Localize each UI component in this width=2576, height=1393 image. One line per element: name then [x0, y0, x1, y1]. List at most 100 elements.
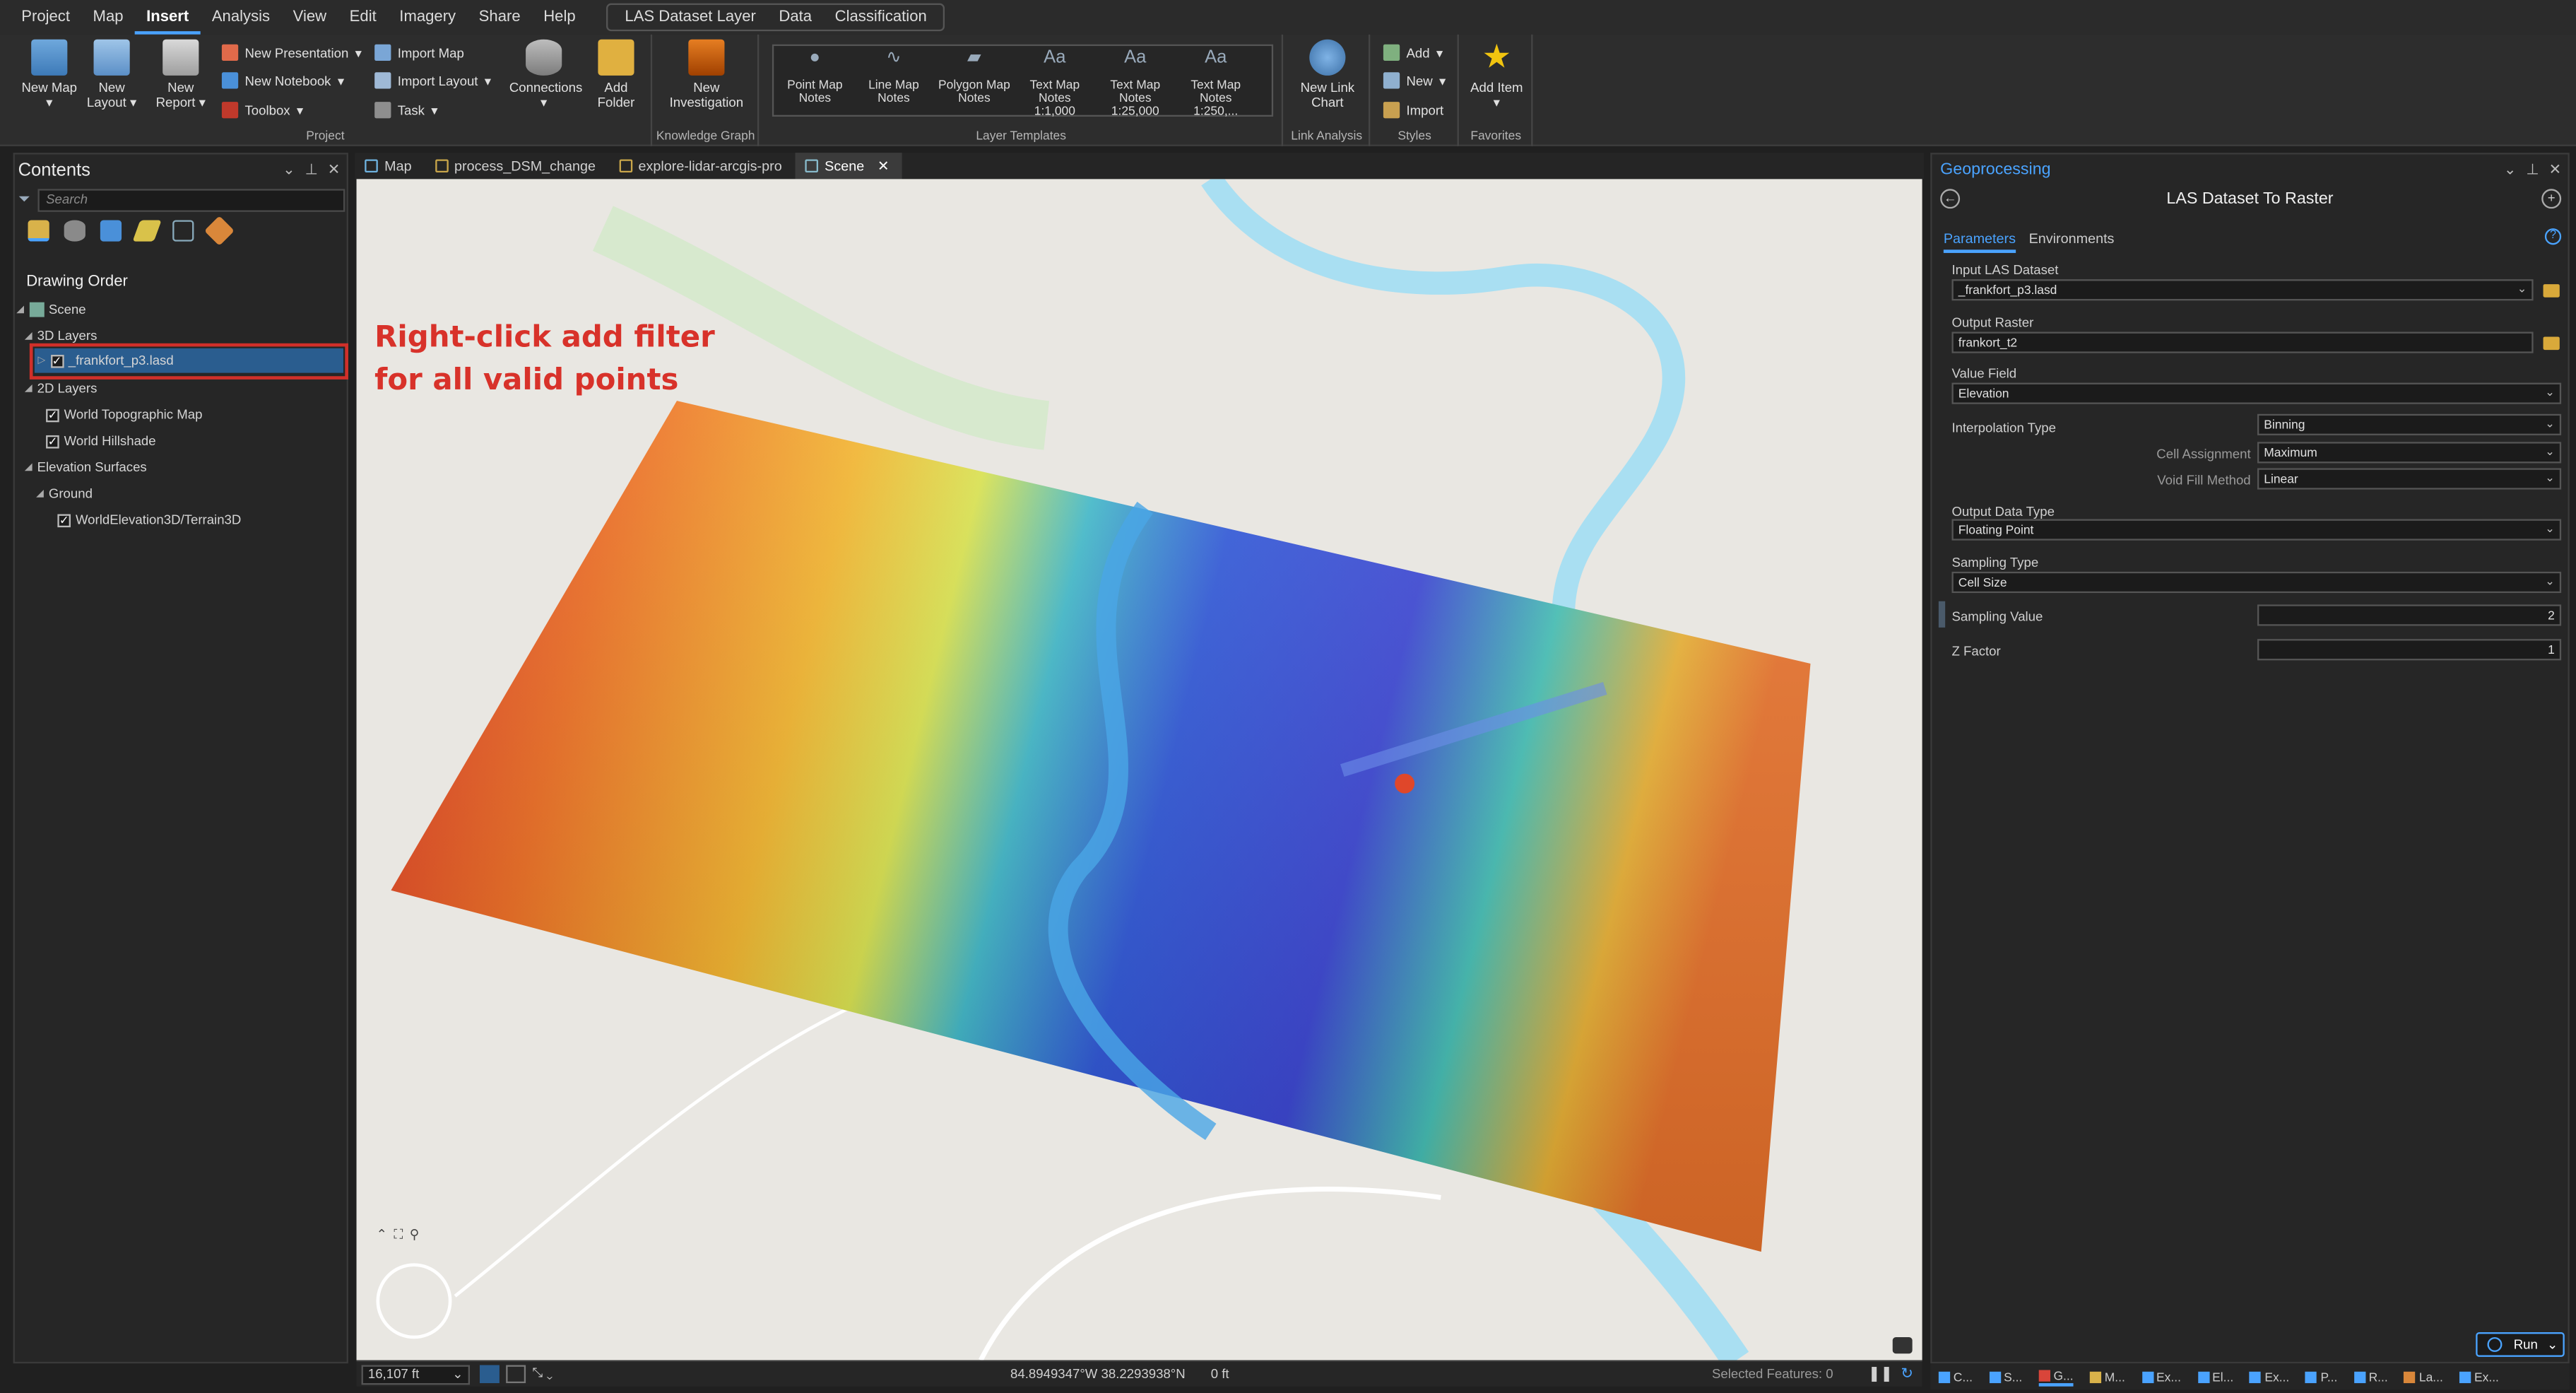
bottom-tab-catalog[interactable]: C...: [1938, 1369, 1973, 1384]
menu-view[interactable]: View: [281, 0, 338, 35]
connections-button[interactable]: Connections ▾: [509, 39, 582, 110]
bottom-tab-ex1[interactable]: Ex...: [2141, 1369, 2181, 1384]
styles-import-button[interactable]: Import: [1383, 102, 1443, 119]
collapse-icon[interactable]: ◢: [16, 304, 24, 315]
layer-visibility-checkbox[interactable]: ✓: [46, 434, 59, 448]
data-source-icon[interactable]: [64, 220, 85, 242]
template-text-notes-25000[interactable]: Aa Text Map Notes 1:25,000: [1097, 49, 1173, 118]
import-map-button[interactable]: Import Map: [374, 44, 464, 61]
tab-explore-lidar[interactable]: explore-lidar-arcgis-pro: [609, 153, 796, 179]
void-fill-select[interactable]: Linear ⌄: [2257, 468, 2562, 490]
table-icon[interactable]: [506, 1365, 526, 1384]
message-icon[interactable]: [1892, 1336, 1913, 1354]
browse-folder-icon[interactable]: [2543, 336, 2560, 351]
template-polygon-map-notes[interactable]: ▰ Polygon Map Notes: [936, 49, 1012, 105]
bottom-tab-r[interactable]: R...: [2353, 1369, 2388, 1384]
bottom-tab-p[interactable]: P...: [2305, 1369, 2337, 1384]
tree-hillshade-layer[interactable]: ✓ World Hillshade: [46, 434, 156, 449]
template-line-map-notes[interactable]: ∿ Line Map Notes: [856, 49, 931, 105]
run-button[interactable]: Run ⌄: [2476, 1332, 2565, 1357]
menu-las-dataset-layer[interactable]: LAS Dataset Layer: [613, 5, 767, 30]
pin-icon[interactable]: ⊥: [2526, 161, 2539, 180]
bottom-tab-ex2[interactable]: Ex...: [2250, 1369, 2289, 1384]
tab-environments[interactable]: Environments: [2029, 230, 2115, 253]
drawing-order-icon[interactable]: [28, 220, 49, 242]
tab-process-dsm-change[interactable]: process_DSM_change: [425, 153, 608, 179]
help-icon[interactable]: ?: [2544, 228, 2562, 245]
tree-terrain-layer[interactable]: ✓ WorldElevation3D/Terrain3D: [57, 512, 241, 527]
template-text-notes-250[interactable]: Aa Text Map Notes 1:250,...: [1178, 49, 1253, 118]
pause-icon[interactable]: ❚❚: [1868, 1365, 1893, 1383]
tree-2d-layers[interactable]: ◢ 2D Layers: [25, 381, 98, 396]
tree-lasd-layer[interactable]: ▷ ✓ _frankfort_p3.lasd: [37, 353, 173, 368]
template-point-map-notes[interactable]: ● Point Map Notes: [777, 49, 853, 105]
bottom-tab-el[interactable]: El...: [2197, 1369, 2233, 1384]
tab-scene[interactable]: Scene ✕: [795, 153, 902, 180]
menu-classification[interactable]: Classification: [823, 5, 938, 30]
styles-add-button[interactable]: Add ▾: [1383, 44, 1443, 61]
styles-new-button[interactable]: New ▾: [1383, 72, 1446, 89]
menu-imagery[interactable]: Imagery: [388, 0, 467, 35]
z-factor-input[interactable]: 1: [2257, 639, 2562, 661]
task-button[interactable]: Task ▾: [374, 102, 438, 119]
value-field-select[interactable]: Elevation ⌄: [1951, 382, 2562, 404]
menu-insert[interactable]: Insert: [134, 0, 201, 35]
filter-icon[interactable]: ⏷: [18, 191, 30, 209]
pin-icon[interactable]: ⊥: [305, 161, 318, 180]
menu-share[interactable]: Share: [467, 0, 532, 35]
import-layout-button[interactable]: Import Layout ▾: [374, 72, 491, 89]
new-presentation-button[interactable]: New Presentation ▾: [221, 44, 362, 61]
navigator-compass[interactable]: [376, 1263, 452, 1339]
collapse-icon[interactable]: ◢: [25, 462, 33, 473]
cell-assignment-select[interactable]: Maximum ⌄: [2257, 442, 2562, 464]
editing-icon[interactable]: [132, 220, 162, 242]
menu-map[interactable]: Map: [81, 0, 135, 35]
toolbox-button[interactable]: Toolbox ▾: [221, 102, 303, 119]
bottom-tab-m[interactable]: M...: [2089, 1369, 2125, 1384]
add-folder-button[interactable]: Add Folder: [585, 39, 647, 110]
input-las-field[interactable]: _frankfort_p3.lasd ⌄: [1951, 279, 2534, 301]
sampling-value-input[interactable]: 2: [2257, 604, 2562, 626]
sampling-type-select[interactable]: Cell Size ⌄: [1951, 571, 2562, 594]
snapping-icon[interactable]: [172, 220, 194, 242]
output-raster-field[interactable]: frankort_t2: [1951, 331, 2534, 353]
contents-search-input[interactable]: Search: [37, 189, 345, 212]
bottom-tab-ex3[interactable]: Ex...: [2459, 1369, 2499, 1384]
menu-help[interactable]: Help: [532, 0, 587, 35]
new-notebook-button[interactable]: New Notebook ▾: [221, 72, 344, 89]
bottom-tab-geoprocessing[interactable]: G...: [2038, 1368, 2074, 1386]
menu-project[interactable]: Project: [10, 0, 81, 35]
tree-3d-layers[interactable]: ◢ 3D Layers: [25, 329, 98, 343]
new-link-chart-button[interactable]: New Link Chart: [1294, 39, 1360, 110]
walk-icon[interactable]: ⚲: [410, 1227, 420, 1243]
refresh-icon[interactable]: ↻: [1901, 1365, 1913, 1383]
tree-elevation-surfaces[interactable]: ◢ Elevation Surfaces: [25, 460, 147, 475]
new-investigation-button[interactable]: New Investigation: [663, 39, 749, 110]
close-icon[interactable]: ✕: [2549, 161, 2562, 180]
layer-visibility-checkbox[interactable]: ✓: [50, 353, 64, 368]
expand-icon[interactable]: ▷: [37, 355, 45, 366]
new-report-button[interactable]: New Report ▾: [150, 39, 212, 110]
collapse-icon[interactable]: ◢: [25, 330, 33, 342]
pan-up-icon[interactable]: ⌃: [376, 1227, 387, 1243]
template-text-notes-1000[interactable]: Aa Text Map Notes 1:1,000: [1017, 49, 1092, 118]
add-icon[interactable]: +: [2541, 189, 2562, 209]
collapse-icon[interactable]: ◢: [25, 383, 33, 394]
output-data-type-select[interactable]: Floating Point ⌄: [1951, 519, 2562, 541]
new-map-button[interactable]: New Map ▾: [18, 39, 81, 110]
labeling-icon[interactable]: [204, 216, 235, 246]
browse-folder-icon[interactable]: [2543, 284, 2560, 298]
new-layout-button[interactable]: New Layout ▾: [81, 39, 143, 110]
menu-edit[interactable]: Edit: [338, 0, 388, 35]
tree-topo-layer[interactable]: ✓ World Topographic Map: [46, 407, 202, 422]
selection-icon[interactable]: [100, 220, 122, 242]
tab-parameters[interactable]: Parameters: [1943, 230, 2016, 253]
chevron-down-icon[interactable]: ⌄: [2504, 161, 2517, 180]
layer-visibility-checkbox[interactable]: ✓: [57, 513, 71, 527]
close-tab-icon[interactable]: ✕: [878, 153, 890, 179]
menu-data[interactable]: Data: [767, 5, 823, 30]
tree-scene[interactable]: ◢ Scene: [16, 302, 86, 317]
grid-icon[interactable]: [479, 1365, 500, 1384]
bottom-tab-symbology[interactable]: S...: [1989, 1369, 2022, 1384]
add-item-button[interactable]: ★ Add Item ▾: [1465, 40, 1528, 110]
